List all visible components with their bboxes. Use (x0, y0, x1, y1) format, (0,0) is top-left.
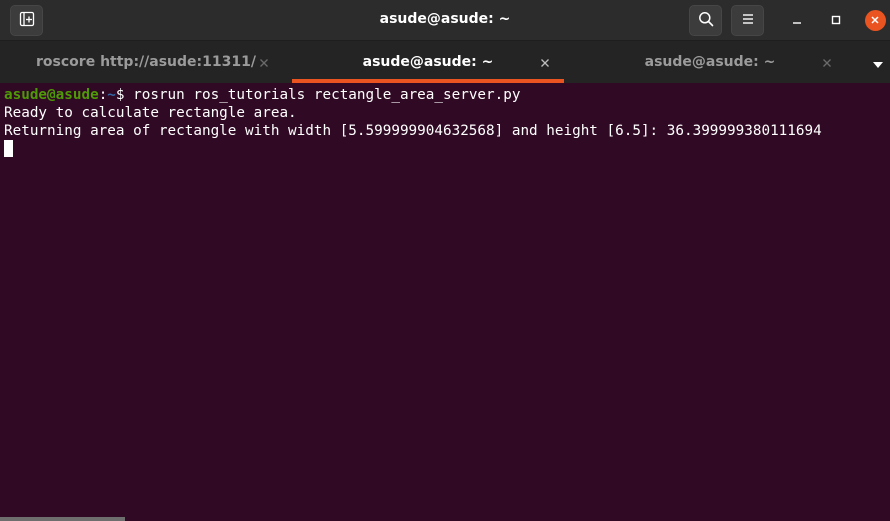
maximize-icon (830, 11, 842, 30)
close-icon (822, 53, 832, 72)
tab-label: asude@asude: ~ (644, 54, 776, 70)
minimize-button[interactable] (785, 9, 809, 31)
search-icon (698, 11, 714, 31)
close-icon (864, 9, 886, 31)
tab-close-button[interactable] (538, 55, 552, 69)
prompt-symbol: $ (115, 87, 134, 103)
minimize-icon (791, 11, 803, 30)
prompt-user: asude@asude (4, 87, 99, 103)
resize-grip (0, 517, 125, 521)
prompt-path: ~ (107, 87, 116, 103)
tab-close-button[interactable] (257, 55, 271, 69)
close-button[interactable] (863, 9, 887, 31)
output-line: Returning area of rectangle with width [… (4, 123, 822, 139)
tab-roscore[interactable]: roscore http://asude:11311/ (0, 41, 292, 83)
command-line: asude@asude:~$ rosrun ros_tutorials rect… (4, 86, 520, 104)
chevron-down-icon (872, 54, 884, 73)
tab-asude-active[interactable]: asude@asude: ~ (292, 41, 564, 83)
menu-button[interactable] (731, 5, 764, 36)
tab-asude[interactable]: asude@asude: ~ (564, 41, 856, 83)
prompt-separator: : (98, 87, 108, 103)
close-icon (259, 53, 269, 72)
title-bar: asude@asude: ~ (0, 0, 890, 41)
close-icon (540, 53, 550, 72)
tab-label: asude@asude: ~ (362, 54, 494, 70)
tab-label: roscore http://asude:11311/ (36, 54, 256, 70)
tab-list-dropdown[interactable] (868, 53, 888, 73)
terminal-area[interactable]: asude@asude:~$ rosrun ros_tutorials rect… (0, 83, 890, 521)
command-text: rosrun ros_tutorials rectangle_area_serv… (133, 87, 521, 103)
text-cursor (4, 140, 13, 157)
tab-close-button[interactable] (820, 55, 834, 69)
maximize-button[interactable] (824, 9, 848, 31)
hamburger-menu-icon (741, 11, 755, 30)
tab-bar: roscore http://asude:11311/ asude@asude:… (0, 41, 890, 83)
search-button[interactable] (689, 5, 722, 36)
output-line: Ready to calculate rectangle area. (4, 105, 297, 121)
